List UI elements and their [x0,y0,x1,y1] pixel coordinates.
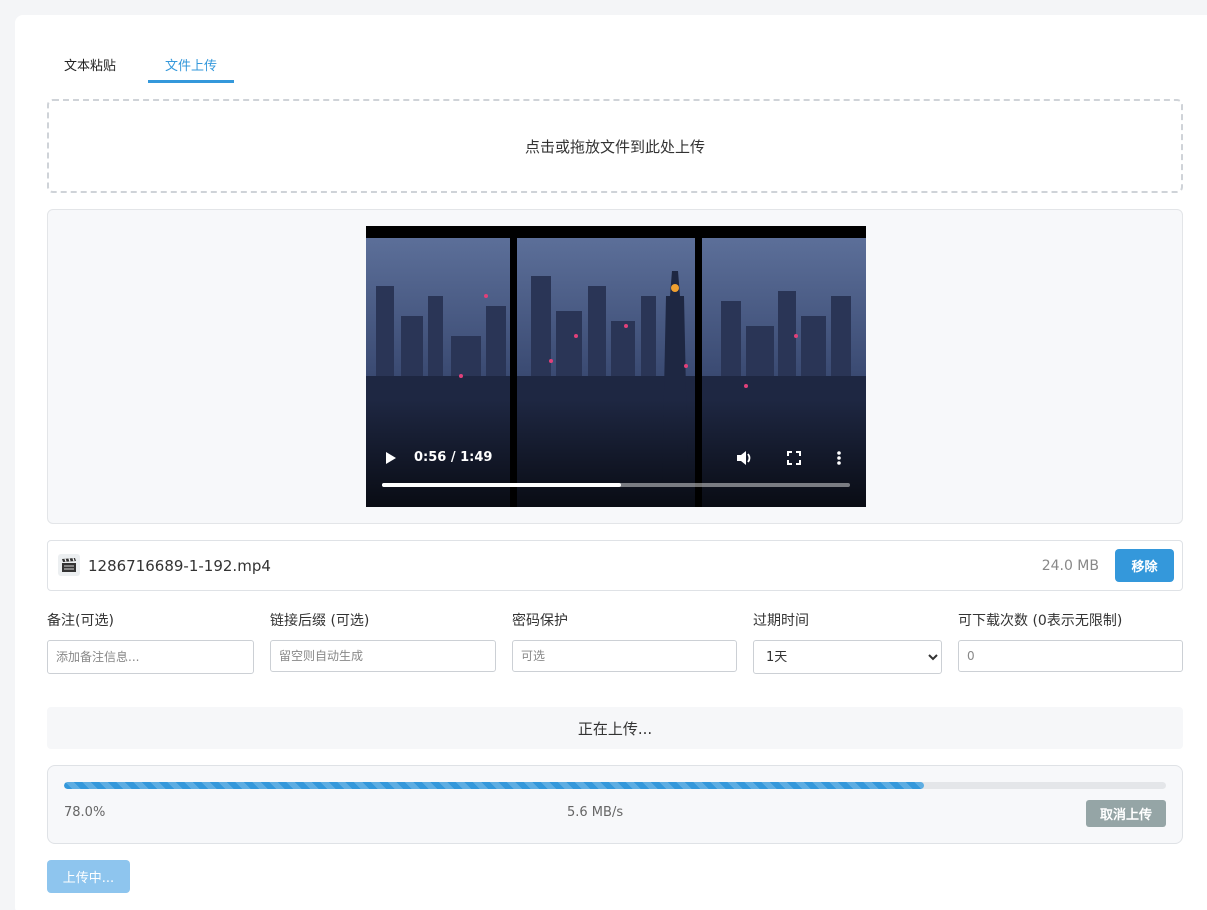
clapper-board-icon [58,554,80,576]
password-field: 密码保护 [512,610,737,672]
file-name: 1286716689-1-192.mp4 [88,557,271,575]
expiry-select[interactable]: 1天 [753,640,942,674]
upload-status: 正在上传... [47,707,1183,749]
play-icon[interactable] [384,450,398,466]
selected-file-row: 1286716689-1-192.mp4 24.0 MB 移除 [47,540,1183,591]
suffix-label: 链接后缀 (可选) [270,613,370,629]
tab-text-paste[interactable]: 文本粘贴 [48,55,132,83]
password-label: 密码保护 [512,613,568,629]
file-dropzone[interactable]: 点击或拖放文件到此处上传 [47,99,1183,193]
video-time: 0:56 / 1:49 [414,450,493,465]
more-options-icon[interactable] [836,450,842,466]
note-label: 备注(可选) [47,613,114,629]
cancel-upload-button[interactable]: 取消上传 [1086,800,1166,827]
suffix-input[interactable] [270,640,496,672]
downloads-field: 可下载次数 (0表示无限制) [958,610,1183,672]
fullscreen-icon[interactable] [786,450,802,466]
video-seek-bar[interactable] [382,483,850,487]
file-size: 24.0 MB [1041,558,1099,574]
upload-percent: 78.0% [64,805,106,820]
note-input[interactable] [47,640,254,674]
video-player[interactable]: 0:56 / 1:49 [366,226,866,507]
downloads-label: 可下载次数 (0表示无限制) [958,613,1123,629]
expiry-field: 过期时间 1天 [753,610,942,674]
upload-progress-panel: 78.0% 5.6 MB/s 取消上传 [47,765,1183,844]
upload-status-text: 正在上传... [577,719,653,738]
video-seek-played [382,483,621,487]
suffix-field: 链接后缀 (可选) [270,610,496,672]
note-field: 备注(可选) [47,610,254,674]
tab-file-upload[interactable]: 文件上传 [148,55,234,83]
upload-progress-fill [64,782,924,789]
remove-file-button[interactable]: 移除 [1115,549,1174,582]
file-preview: 0:56 / 1:49 [47,209,1183,524]
dropzone-text: 点击或拖放文件到此处上传 [524,137,705,156]
expiry-label: 过期时间 [753,613,809,629]
upload-progress-bar [64,782,1166,789]
upload-submit-button[interactable]: 上传中... [47,860,130,893]
password-input[interactable] [512,640,737,672]
volume-icon[interactable] [736,450,754,466]
downloads-input[interactable] [958,640,1183,672]
upload-speed: 5.6 MB/s [567,805,624,820]
